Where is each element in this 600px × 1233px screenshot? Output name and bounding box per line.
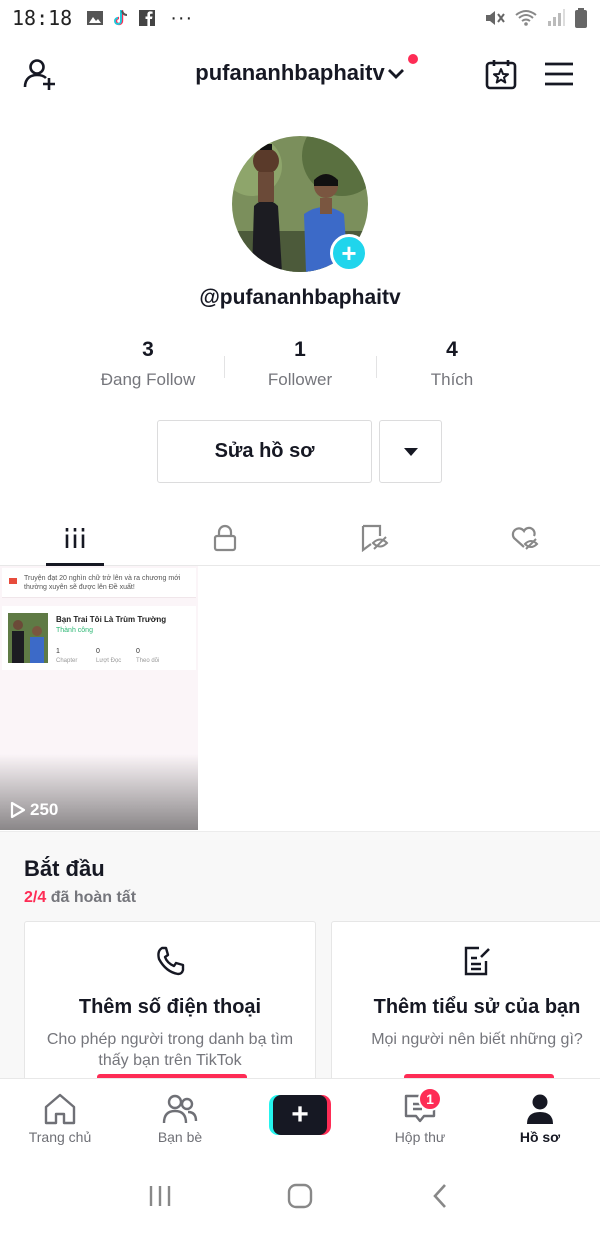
recent-apps-icon <box>149 1185 171 1206</box>
getting-started-title: Bắt đầu <box>24 856 105 881</box>
nav-create[interactable]: + <box>240 1079 360 1158</box>
stat-following[interactable]: 3 Đang Follow <box>72 338 224 398</box>
story-status: Thành công <box>56 627 93 634</box>
story-stat-label: Lượt Đọc <box>96 658 122 664</box>
stat-value: 4 <box>446 338 458 361</box>
bottom-navigation: Trang chủ Bạn bè + Hộp thư 1 Hồ sơ <box>0 1078 600 1158</box>
nav-label: Hồ sơ <box>519 1129 561 1145</box>
nav-friends[interactable]: Bạn bè <box>120 1079 240 1158</box>
tab-liked[interactable] <box>450 510 600 565</box>
story-stat-label: Chapter <box>56 658 78 664</box>
progress-text: đã hoàn tất <box>46 889 137 906</box>
play-icon <box>10 801 26 819</box>
heart-hidden-icon <box>511 526 539 550</box>
nav-label: Hộp thư <box>394 1129 446 1145</box>
home-icon <box>44 1093 76 1125</box>
suggested-accounts-button[interactable] <box>379 420 442 483</box>
video-story-card: Bạn Trai Tôi Là Trùm Trường Thành công 1… <box>2 606 196 670</box>
calendar-button[interactable] <box>479 52 523 96</box>
profile-stats: 3 Đang Follow 1 Follower 4 Thích <box>72 338 528 398</box>
edit-profile-button[interactable]: Sửa hồ sơ <box>157 420 372 483</box>
gallery-icon <box>87 11 104 25</box>
stat-value: 1 <box>294 338 306 361</box>
add-avatar-button[interactable]: + <box>330 234 368 272</box>
home-system-button[interactable] <box>280 1176 320 1216</box>
friends-icon <box>162 1094 198 1124</box>
video-thumbnail[interactable]: Truyện đạt 20 nghìn chữ trở lên và ra ch… <box>0 566 198 830</box>
video-views: 250 <box>10 800 58 820</box>
getting-started-section: Bắt đầu 2/4 đã hoàn tất Thêm số điện tho… <box>0 831 600 1081</box>
story-stat: 0 Lượt Đọc <box>96 648 136 664</box>
caret-down-icon <box>403 447 418 456</box>
card-description: Cho phép người trong danh bạ tìm thấy bạ… <box>46 1031 294 1069</box>
tab-private[interactable] <box>150 510 300 565</box>
stat-label: Đang Follow <box>100 370 196 389</box>
stat-value: 3 <box>142 338 154 361</box>
facebook-icon <box>139 10 156 26</box>
video-view-count: 250 <box>30 800 59 819</box>
story-stat-value: 0 <box>136 648 140 655</box>
nav-label: Bạn bè <box>157 1129 203 1145</box>
lock-icon <box>213 524 237 551</box>
plus-icon: + <box>341 238 357 268</box>
nav-inbox[interactable]: Hộp thư 1 <box>360 1079 480 1158</box>
content-tabs <box>0 510 600 566</box>
edit-bio-icon <box>460 944 494 978</box>
wifi-icon <box>515 10 537 26</box>
profile-icon <box>527 1094 553 1124</box>
story-stat: 0 Theo dõi <box>136 648 176 664</box>
grid-icon <box>64 527 86 548</box>
hamburger-menu-icon <box>545 62 573 86</box>
mute-icon <box>486 11 505 25</box>
story-stat-label: Theo dõi <box>136 658 160 664</box>
battery-icon <box>575 8 587 28</box>
more-notifications-icon: ··· <box>170 6 194 29</box>
inbox-badge: 1 <box>418 1087 442 1111</box>
tiktok-notification-icon <box>114 10 128 26</box>
nav-label: Trang chủ <box>28 1129 92 1145</box>
recent-apps-button[interactable] <box>140 1176 180 1216</box>
card-title: Thêm số điện thoại <box>78 996 262 1018</box>
stat-likes[interactable]: 4 Thích <box>376 338 528 398</box>
add-bio-card[interactable]: Thêm tiểu sử của bạn Mọi người nên biết … <box>331 921 600 1081</box>
nav-profile[interactable]: Hồ sơ <box>480 1079 600 1158</box>
story-stat-value: 1 <box>56 648 60 655</box>
system-navigation <box>0 1158 600 1233</box>
create-icon: + <box>269 1095 331 1135</box>
story-stats: 1 Chapter 0 Lượt Đọc 0 Theo dõi <box>56 648 196 664</box>
chevron-down-icon <box>387 69 404 80</box>
profile-handle: @pufananhbaphaitv <box>199 286 401 309</box>
getting-started-progress: 2/4 đã hoàn tất <box>24 889 136 907</box>
status-bar: 18:18 ··· <box>0 0 600 36</box>
menu-button[interactable] <box>537 52 581 96</box>
story-stat: 1 Chapter <box>56 648 96 664</box>
signal-icon <box>548 9 565 26</box>
story-title: Bạn Trai Tôi Là Trùm Trường <box>56 615 167 624</box>
profile-header: pufananhbaphaitv <box>0 42 600 108</box>
header-username: pufananhbaphaitv <box>195 60 385 85</box>
notification-dot <box>408 54 418 64</box>
story-cover-image <box>8 613 48 663</box>
back-button[interactable] <box>420 1176 460 1216</box>
bookmark-hidden-icon <box>361 524 389 552</box>
stat-label: Follower <box>267 370 333 389</box>
card-description: Mọi người nên biết những gì? <box>371 1031 583 1048</box>
tab-videos[interactable] <box>0 510 150 566</box>
calendar-star-icon <box>485 60 517 90</box>
add-phone-card[interactable]: Thêm số điện thoại Cho phép người trong … <box>24 921 316 1081</box>
stat-label: Thích <box>430 370 474 389</box>
back-icon <box>433 1183 446 1208</box>
nav-home[interactable]: Trang chủ <box>0 1079 120 1158</box>
card-title: Thêm tiểu sử của bạn <box>373 996 581 1018</box>
status-time: 18:18 <box>12 6 73 30</box>
profile-actions: Sửa hồ sơ <box>157 420 442 483</box>
create-plus: + <box>273 1095 327 1135</box>
story-stat-value: 0 <box>96 648 100 655</box>
stat-followers[interactable]: 1 Follower <box>224 338 376 398</box>
progress-done-count: 2/4 <box>24 889 47 906</box>
phone-icon <box>153 944 187 978</box>
video-banner-text: Truyện đạt 20 nghìn chữ trở lên và ra ch… <box>2 568 196 598</box>
home-circle-icon <box>287 1183 313 1208</box>
tab-favorites[interactable] <box>300 510 450 565</box>
